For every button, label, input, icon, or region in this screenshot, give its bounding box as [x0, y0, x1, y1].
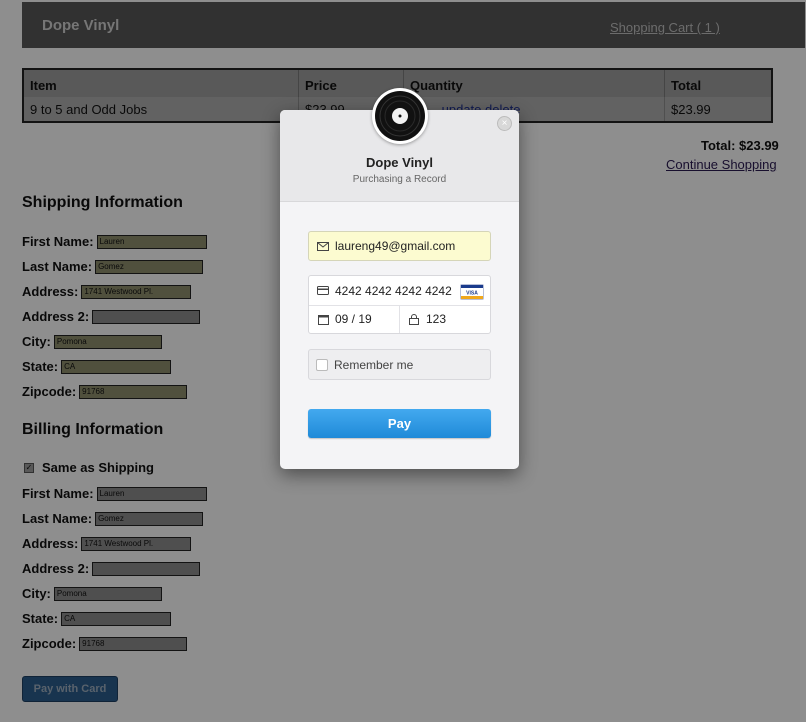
card-number-value: 4242 4242 4242 4242	[335, 283, 452, 298]
close-icon[interactable]: ×	[497, 116, 512, 131]
envelope-icon	[316, 241, 330, 251]
visa-card-icon: VISA	[460, 284, 484, 300]
remember-me-label: Remember me	[334, 357, 414, 372]
expiry-value: 09 / 19	[335, 312, 372, 326]
calendar-icon	[316, 314, 330, 325]
card-details-group: 4242 4242 4242 4242 VISA 09 / 19 123	[308, 275, 491, 334]
card-brand-text: VISA	[466, 291, 478, 297]
cvc-value: 123	[426, 312, 447, 326]
cvc-field[interactable]: 123	[399, 305, 490, 333]
email-field[interactable]: laureng49@gmail.com	[308, 231, 491, 261]
expiry-field[interactable]: 09 / 19	[309, 305, 399, 333]
checkout-modal: × Dope Vinyl Purchasing a Record laureng…	[280, 88, 519, 469]
checkout-title: Dope Vinyl	[366, 155, 433, 170]
pay-button[interactable]: Pay	[308, 409, 491, 438]
credit-card-icon	[316, 286, 330, 295]
remember-me-toggle[interactable]: Remember me	[308, 349, 491, 380]
remember-me-checkbox[interactable]	[316, 358, 328, 371]
lock-icon	[407, 313, 421, 325]
vinyl-record-icon	[372, 88, 428, 144]
card-extra-row: 09 / 19 123	[309, 305, 490, 333]
email-value: laureng49@gmail.com	[335, 239, 456, 253]
card-number-field[interactable]: 4242 4242 4242 4242 VISA	[309, 276, 490, 306]
checkout-subtitle: Purchasing a Record	[352, 174, 447, 185]
